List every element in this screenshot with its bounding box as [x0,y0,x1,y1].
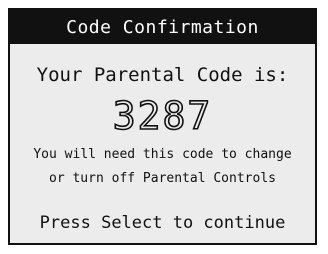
continue-prompt: Press Select to continue [39,213,286,233]
dialog-title-bar: Code Confirmation [10,10,315,44]
parental-code-heading: Your Parental Code is: [36,64,289,86]
info-text-line-2: or turn off Parental Controls [49,171,276,186]
parental-code-value: 3287 [112,93,213,139]
code-confirmation-dialog: Code Confirmation Your Parental Code is:… [8,8,317,245]
info-text-line-1: You will need this code to change [33,147,292,162]
dialog-title: Code Confirmation [66,16,259,38]
